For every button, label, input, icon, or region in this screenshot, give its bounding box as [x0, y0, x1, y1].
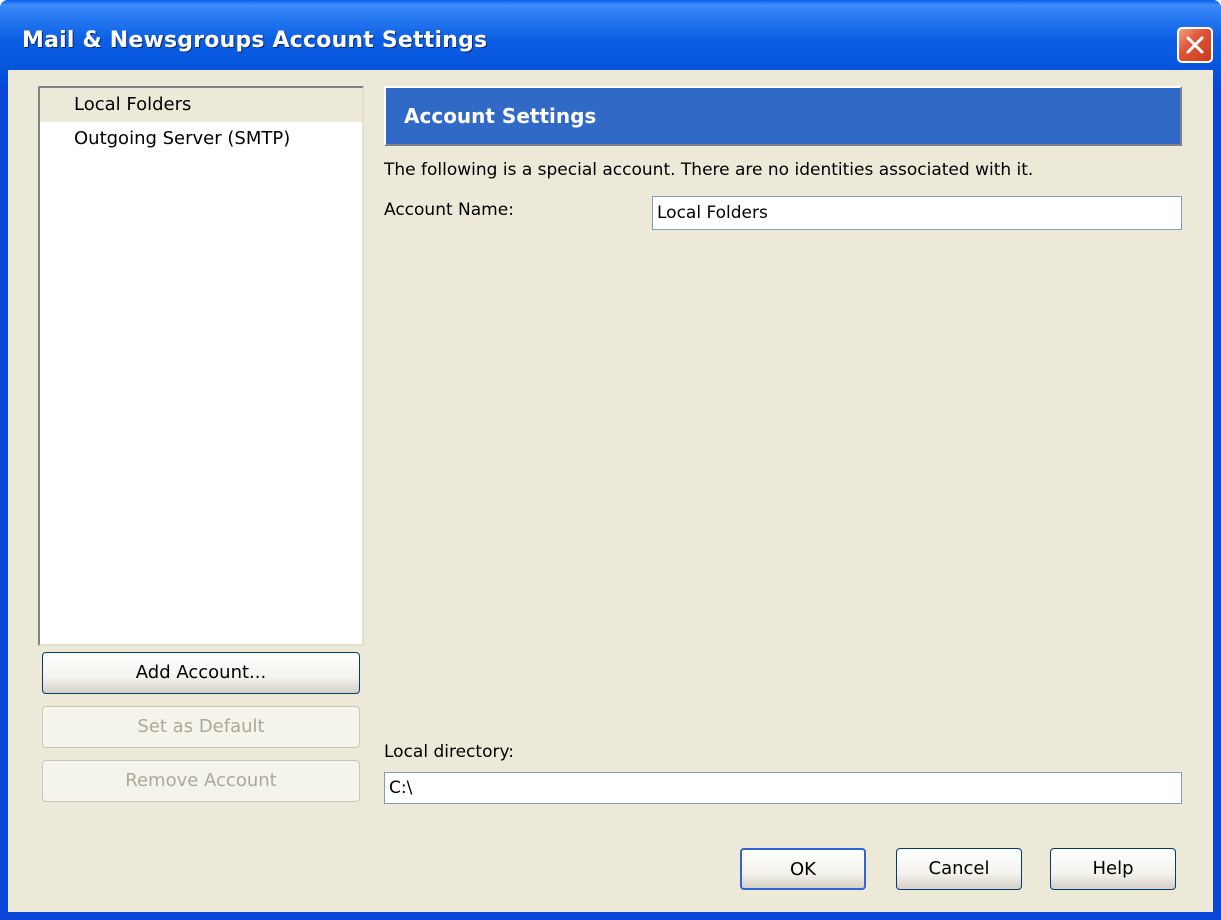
- dialog-content: Local Folders Outgoing Server (SMTP) Add…: [8, 70, 1213, 912]
- help-button[interactable]: Help: [1050, 848, 1176, 890]
- set-as-default-button[interactable]: Set as Default: [42, 706, 360, 748]
- cancel-button[interactable]: Cancel: [896, 848, 1022, 890]
- account-name-input[interactable]: Local Folders: [652, 196, 1182, 230]
- account-list-item-outgoing-server[interactable]: Outgoing Server (SMTP): [40, 122, 362, 156]
- local-directory-label: Local directory:: [384, 742, 515, 762]
- add-account-button[interactable]: Add Account...: [42, 652, 360, 694]
- account-name-label: Account Name:: [384, 200, 514, 220]
- close-icon: [1186, 36, 1204, 54]
- dialog-window: Mail & Newsgroups Account Settings Local…: [0, 0, 1221, 920]
- close-button[interactable]: [1177, 27, 1213, 63]
- ok-button[interactable]: OK: [740, 848, 866, 890]
- local-directory-input[interactable]: C:\: [384, 772, 1182, 804]
- account-list[interactable]: Local Folders Outgoing Server (SMTP): [38, 86, 364, 646]
- special-account-description: The following is a special account. Ther…: [384, 160, 1034, 180]
- window-title: Mail & Newsgroups Account Settings: [22, 28, 488, 53]
- panel-title: Account Settings: [404, 104, 597, 128]
- remove-account-button[interactable]: Remove Account: [42, 760, 360, 802]
- panel-header: Account Settings: [384, 86, 1182, 146]
- account-list-item-local-folders[interactable]: Local Folders: [40, 88, 362, 122]
